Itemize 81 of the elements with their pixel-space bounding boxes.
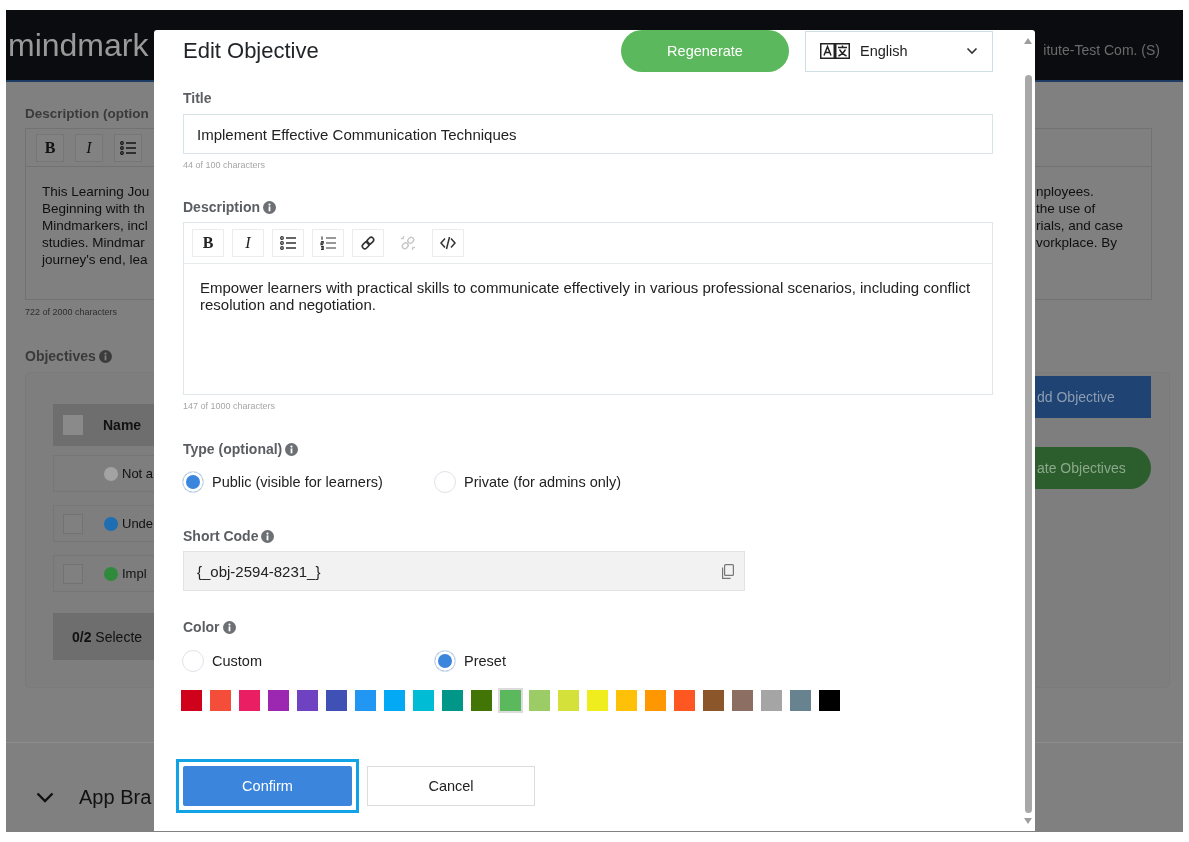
radio-label[interactable]: Public (visible for learners) (212, 474, 383, 490)
scroll-up-icon[interactable] (1024, 38, 1032, 44)
chevron-down-icon[interactable] (36, 792, 54, 803)
broken-link-icon (400, 235, 416, 251)
field-label: Type (optional) (183, 441, 283, 457)
color-swatch[interactable] (239, 690, 260, 711)
color-swatch[interactable] (587, 690, 608, 711)
color-swatch[interactable] (355, 690, 376, 711)
numbered-list-icon (320, 236, 336, 250)
code-icon (440, 236, 456, 250)
scroll-down-icon[interactable] (1024, 818, 1032, 824)
section-label: Objectives (25, 348, 96, 364)
scrollbar-thumb[interactable] (1024, 75, 1032, 813)
radio-label[interactable]: Custom (212, 653, 262, 669)
color-swatch[interactable] (442, 690, 463, 711)
bullet-list-icon (280, 236, 296, 250)
language-select[interactable]: English (805, 30, 993, 72)
color-swatch[interactable] (616, 690, 637, 711)
numbered-list-button[interactable] (312, 229, 344, 257)
character-counter: 147 of 1000 characters (183, 400, 277, 412)
field-label: Color (183, 619, 220, 635)
character-counter: 722 of 2000 characters (25, 307, 119, 317)
bullet-list-button[interactable] (114, 133, 142, 162)
bold-button[interactable]: B (192, 229, 224, 257)
objective-name: Not a (122, 466, 154, 481)
link-button[interactable] (352, 229, 384, 257)
italic-button[interactable]: I (75, 133, 103, 162)
color-swatch[interactable] (297, 690, 318, 711)
add-objective-button[interactable]: dd Objective (1035, 376, 1151, 418)
description-text: This Learning Jou Beginning with th Mindmarkers, incl studies. Mindmar journey's end, lea (40, 183, 151, 268)
chevron-down-icon (966, 47, 978, 55)
link-icon (360, 235, 376, 251)
title-input[interactable]: Implement Effective Communication Techniques (183, 114, 993, 154)
translate-icon (820, 43, 850, 59)
radio-button[interactable] (182, 650, 204, 672)
italic-button[interactable]: I (232, 229, 264, 257)
color-swatch[interactable] (819, 690, 840, 711)
radio-label[interactable]: Private (for admins only) (464, 474, 622, 490)
objective-name: Unde (122, 516, 154, 531)
field-label: Title (183, 90, 212, 106)
color-swatch[interactable] (790, 690, 811, 711)
objective-name: Impl (122, 566, 147, 581)
color-swatch[interactable] (181, 690, 202, 711)
column-header: Name (103, 417, 142, 433)
code-view-button[interactable] (432, 229, 464, 257)
description-field[interactable]: Empower learners with practical skills to communicate effectively in various professional scenarios, including conflict resolution and negotiation. (184, 264, 992, 313)
color-swatch[interactable] (529, 690, 550, 711)
color-swatch[interactable] (703, 690, 724, 711)
color-swatch[interactable] (732, 690, 753, 711)
color-swatch[interactable] (645, 690, 666, 711)
field-label: Short Code (183, 528, 259, 544)
color-swatch[interactable] (674, 690, 695, 711)
radio-label[interactable]: Preset (464, 653, 506, 669)
cancel-button[interactable]: Cancel (367, 766, 535, 806)
field-label: Description (183, 199, 260, 215)
color-swatch[interactable] (413, 690, 434, 711)
bold-button[interactable]: B (36, 133, 64, 162)
section-title[interactable]: App Bra (79, 786, 152, 809)
color-swatch[interactable] (558, 690, 579, 711)
color-swatch[interactable] (384, 690, 405, 711)
logo: mindmark (7, 26, 149, 64)
color-swatch[interactable] (471, 690, 492, 711)
selection-count: 0/2 Selecte (72, 628, 143, 645)
color-swatch[interactable] (210, 690, 231, 711)
color-swatch[interactable] (761, 690, 782, 711)
description-text: nployees. the use of rials, and case vorkplace. By (1035, 183, 1125, 251)
bullet-list-icon (120, 140, 136, 155)
field-label: Description (option (25, 106, 149, 121)
color-swatch[interactable] (498, 688, 523, 713)
radio-button[interactable] (434, 650, 456, 672)
account-name[interactable]: itute-Test Com. (S) (1043, 42, 1183, 58)
radio-button[interactable] (182, 471, 204, 493)
color-swatch[interactable] (268, 690, 289, 711)
radio-button[interactable] (434, 471, 456, 493)
dialog-title: Edit Objective (183, 38, 319, 64)
checkbox[interactable] (63, 415, 83, 435)
copy-icon[interactable] (721, 563, 734, 579)
confirm-button[interactable]: Confirm (183, 766, 352, 806)
character-counter: 44 of 100 characters (183, 159, 267, 171)
short-code-field[interactable]: {_obj-2594-8231_} (183, 551, 745, 591)
color-swatch[interactable] (326, 690, 347, 711)
